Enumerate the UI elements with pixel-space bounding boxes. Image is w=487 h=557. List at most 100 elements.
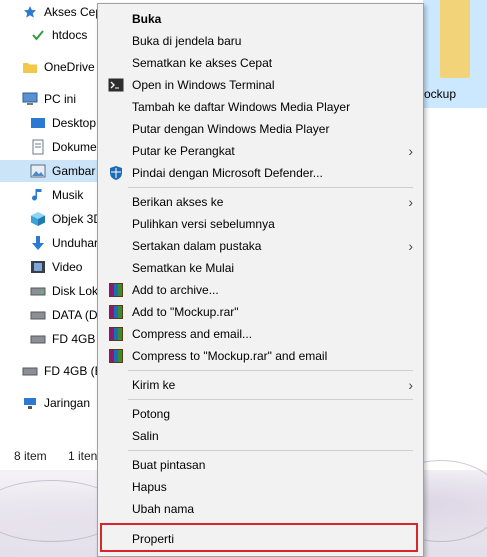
menu-item-ubah-nama[interactable]: Ubah nama [98,498,423,520]
menu-item-potong[interactable]: Potong [98,403,423,425]
menu-item-label: Sematkan ke akses Cepat [132,56,273,70]
nav-item-fd-4gb-e[interactable]: FD 4GB (E [22,360,103,382]
winrar-icon [108,326,124,342]
chevron-right-icon: › [408,194,413,210]
nav-item-downloads[interactable]: Unduhar [30,232,98,254]
nav-item-label: FD 4GB ( [52,332,103,346]
nav-item-label: Dokume [52,140,97,154]
desktop-icon [30,115,46,131]
menu-item-sematkan-mulai[interactable]: Sematkan ke Mulai [98,257,423,279]
menu-item-buka[interactable]: Buka [98,8,423,30]
menu-item-label: Sertakan dalam pustaka [132,239,262,253]
nav-item-network[interactable]: Jaringan [22,392,90,414]
winrar-icon [108,282,124,298]
menu-item-label: Putar dengan Windows Media Player [132,122,330,136]
menu-item-pindai-defender[interactable]: Pindai dengan Microsoft Defender... [98,162,423,184]
menu-item-label: Compress to "Mockup.rar" and email [132,349,328,363]
defender-shield-icon [108,165,124,181]
menu-separator [128,399,413,400]
nav-item-music[interactable]: Musik [30,184,83,206]
folder-icon [22,59,38,75]
menu-item-open-terminal[interactable]: Open in Windows Terminal [98,74,423,96]
menu-item-label: Buat pintasan [132,458,206,472]
network-icon [22,395,38,411]
nav-item-label: Video [52,260,83,274]
film-icon [30,259,46,275]
menu-item-pulihkan-versi[interactable]: Pulihkan versi sebelumnya [98,213,423,235]
menu-item-label: Add to archive... [132,283,219,297]
nav-item-3d-objects[interactable]: Objek 3D [30,208,102,230]
nav-item-label: PC ini [44,92,77,106]
menu-item-label: Kirim ke [132,378,176,392]
terminal-icon [108,77,124,93]
document-icon [30,139,46,155]
status-selected-count: 1 iten [68,449,98,463]
nav-item-fd-4gb[interactable]: FD 4GB ( [30,328,103,350]
menu-item-salin[interactable]: Salin [98,425,423,447]
menu-item-compress-mockup-email[interactable]: Compress to "Mockup.rar" and email [98,345,423,367]
drive-icon [30,307,46,323]
nav-item-desktop[interactable]: Desktop [30,112,96,134]
menu-item-putar-ke-perangkat[interactable]: Putar ke Perangkat › [98,140,423,162]
menu-item-hapus[interactable]: Hapus [98,476,423,498]
picture-icon [30,163,46,179]
nav-item-onedrive[interactable]: OneDrive [22,56,95,78]
winrar-icon [108,304,124,320]
menu-separator [128,370,413,371]
menu-item-label: Buka di jendela baru [132,34,242,48]
nav-item-label: Jaringan [44,396,91,410]
nav-item-label: DATA (D [52,308,98,322]
nav-item-pictures[interactable]: Gambar [0,160,97,182]
nav-item-label: Gambar [52,164,96,178]
nav-item-label: Desktop [52,116,97,130]
checkmark-icon [30,27,46,43]
menu-item-putar-wmp[interactable]: Putar dengan Windows Media Player [98,118,423,140]
selected-folder-label: ockup [424,87,457,101]
menu-item-berikan-akses[interactable]: Berikan akses ke › [98,191,423,213]
nav-item-label: Objek 3D [52,212,103,226]
usb-drive-icon [22,363,38,379]
menu-item-label: Potong [132,407,171,421]
star-icon [22,4,38,20]
menu-item-label: Hapus [132,480,167,494]
menu-item-label: Tambah ke daftar Windows Media Player [132,100,351,114]
nav-item-htdocs[interactable]: htdocs [30,24,87,46]
status-bar: 8 item 1 iten [0,445,100,467]
context-menu: Buka Buka di jendela baru Sematkan ke ak… [97,3,424,557]
menu-item-label: Berikan akses ke [132,195,224,209]
menu-item-label: Open in Windows Terminal [132,78,275,92]
menu-item-buat-pintasan[interactable]: Buat pintasan [98,454,423,476]
nav-item-documents[interactable]: Dokume [30,136,97,158]
menu-item-buka-jendela-baru[interactable]: Buka di jendela baru [98,30,423,52]
menu-item-kirim-ke[interactable]: Kirim ke › [98,374,423,396]
menu-item-label: Salin [132,429,159,443]
nav-item-label: OneDrive [44,60,95,74]
nav-item-local-disk[interactable]: Disk Lok [30,280,98,302]
status-item-count: 8 item [14,449,47,463]
download-icon [30,235,46,251]
drive-icon [30,283,46,299]
nav-item-data-drive[interactable]: DATA (D [30,304,98,326]
nav-item-label: Musik [52,188,84,202]
nav-item-this-pc[interactable]: PC ini [22,88,76,110]
menu-item-label: Putar ke Perangkat [132,144,235,158]
menu-item-label: Compress and email... [132,327,253,341]
menu-item-sematkan-akses-cepat[interactable]: Sematkan ke akses Cepat [98,52,423,74]
nav-item-quick-access[interactable]: Akses Cep [22,1,102,23]
menu-item-label: Add to "Mockup.rar" [132,305,239,319]
menu-item-tambah-wmp[interactable]: Tambah ke daftar Windows Media Player [98,96,423,118]
menu-item-sertakan-pustaka[interactable]: Sertakan dalam pustaka › [98,235,423,257]
menu-item-add-archive[interactable]: Add to archive... [98,279,423,301]
chevron-right-icon: › [408,377,413,393]
computer-icon [22,91,38,107]
menu-item-label: Pindai dengan Microsoft Defender... [132,166,323,180]
nav-item-videos[interactable]: Video [30,256,82,278]
menu-item-label: Sematkan ke Mulai [132,261,235,275]
nav-item-label: Unduhar [52,236,99,250]
menu-separator [128,187,413,188]
highlight-box [100,523,418,552]
nav-item-label: FD 4GB (E [44,364,103,378]
menu-item-add-mockup-rar[interactable]: Add to "Mockup.rar" [98,301,423,323]
menu-item-compress-email[interactable]: Compress and email... [98,323,423,345]
folder-icon [440,0,470,78]
